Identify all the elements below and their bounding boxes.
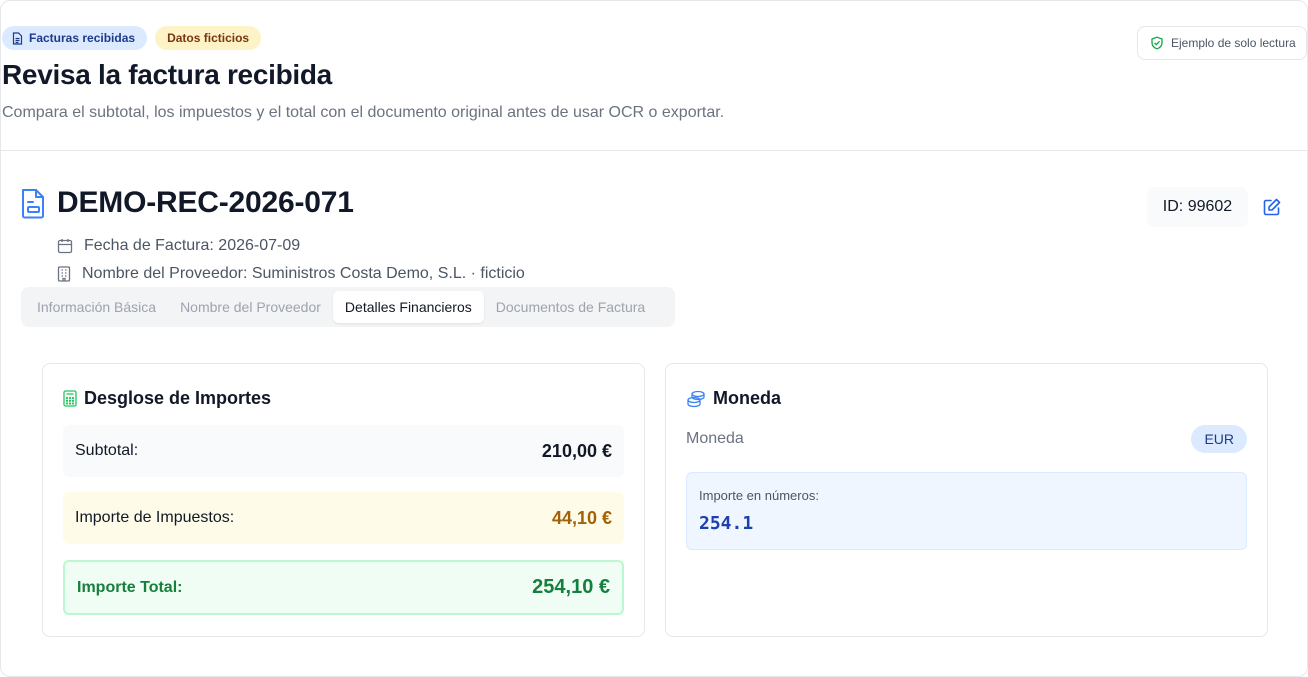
supplier-name: Nombre del Proveedor: Suministros Costa … [82, 265, 525, 282]
currency-card: Moneda Moneda EUR Importe en números: 25… [665, 363, 1268, 637]
amount-in-numbers-box: Importe en números: 254.1 [686, 472, 1247, 550]
received-invoices-label: Facturas recibidas [29, 31, 136, 45]
page-subtitle: Compara el subtotal, los impuestos y el … [2, 104, 725, 121]
breakdown-title-label: Desglose de Importes [84, 388, 272, 408]
currency-title-label: Moneda [713, 388, 782, 408]
subtotal-label: Subtotal: [75, 442, 139, 459]
invoice-number: DEMO-REC-2026-071 [57, 186, 354, 219]
currency-label: Moneda [686, 430, 744, 447]
currency-title: Moneda [686, 388, 781, 409]
total-label: Importe Total: [77, 578, 183, 596]
breakdown-title: Desglose de Importes [63, 388, 271, 409]
amount-in-numbers-label: Importe en números: [699, 488, 819, 503]
amount-breakdown-card: Desglose de Importes Subtotal: 210,00 € … [42, 363, 645, 637]
currency-code-badge: EUR [1191, 425, 1247, 453]
calendar-icon [57, 239, 73, 254]
subtotal-value: 210,00 € [541, 440, 612, 461]
tax-row: Importe de Impuestos: 44,10 € [63, 492, 624, 544]
record-id-badge: ID: 99602 [1147, 187, 1248, 227]
shield-check-icon [1151, 36, 1163, 50]
fictitious-data-badge: Datos ficticios [155, 26, 262, 50]
readonly-label: Ejemplo de solo lectura [1171, 36, 1296, 50]
subtotal-row: Subtotal: 210,00 € [63, 425, 624, 477]
edit-icon[interactable] [1262, 197, 1282, 217]
received-invoices-badge: Facturas recibidas [2, 26, 148, 50]
tab-supplier-name[interactable]: Nombre del Proveedor [168, 291, 333, 323]
tab-financial-details[interactable]: Detalles Financieros [332, 291, 484, 323]
page-title: Revisa la factura recibida [2, 59, 332, 90]
document-icon [12, 31, 23, 45]
calculator-icon [63, 390, 77, 407]
invoice-review-window: Facturas recibidas Datos ficticios Revis… [0, 0, 1308, 677]
building-icon [57, 266, 71, 282]
supplier-row: Nombre del Proveedor: Suministros Costa … [57, 265, 525, 283]
total-row: Importe Total: 254,10 € [63, 560, 624, 615]
tax-label: Importe de Impuestos: [75, 509, 235, 526]
invoice-date-row: Fecha de Factura: 2026-07-09 [57, 237, 300, 255]
tax-value: 44,10 € [551, 507, 612, 528]
readonly-indicator: Ejemplo de solo lectura [1137, 26, 1307, 60]
invoice-tabs: Información Básica Nombre del Proveedor … [21, 287, 675, 327]
total-value: 254,10 € [532, 576, 610, 598]
tab-basic-info[interactable]: Información Básica [25, 291, 168, 323]
coins-icon [687, 390, 705, 407]
amount-in-numbers-value: 254.1 [699, 513, 754, 534]
tab-invoice-documents[interactable]: Documentos de Factura [484, 291, 657, 323]
invoice-date: Fecha de Factura: 2026-07-09 [84, 237, 301, 254]
page-header: Facturas recibidas Datos ficticios Revis… [1, 1, 1307, 151]
badge-group: Facturas recibidas Datos ficticios [2, 26, 262, 50]
invoice-document-icon [22, 189, 44, 219]
